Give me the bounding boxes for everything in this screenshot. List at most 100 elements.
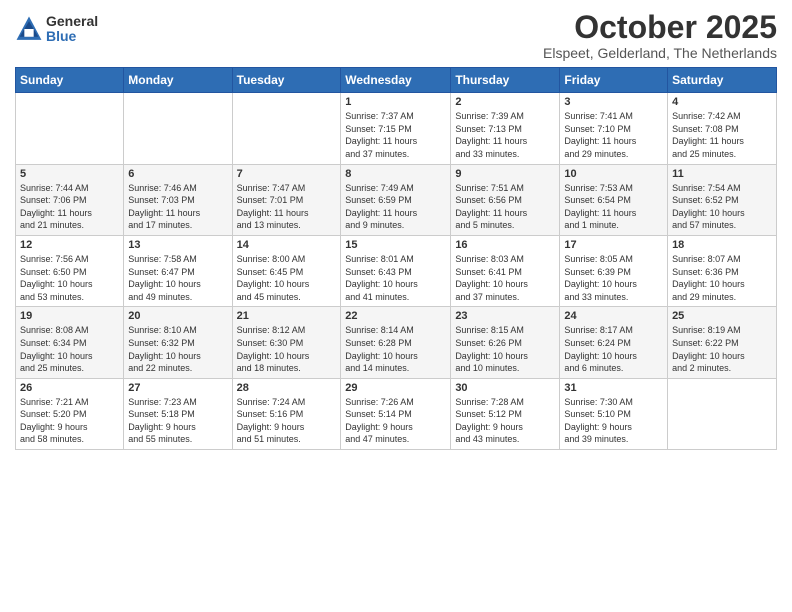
day-info: Sunrise: 7:44 AM Sunset: 7:06 PM Dayligh… <box>20 182 119 232</box>
calendar-cell: 30Sunrise: 7:28 AM Sunset: 5:12 PM Dayli… <box>451 378 560 449</box>
day-info: Sunrise: 7:30 AM Sunset: 5:10 PM Dayligh… <box>564 396 663 446</box>
day-info: Sunrise: 8:12 AM Sunset: 6:30 PM Dayligh… <box>237 324 337 374</box>
calendar-cell: 28Sunrise: 7:24 AM Sunset: 5:16 PM Dayli… <box>232 378 341 449</box>
header-thursday: Thursday <box>451 68 560 93</box>
day-number: 23 <box>455 310 555 322</box>
day-info: Sunrise: 8:15 AM Sunset: 6:26 PM Dayligh… <box>455 324 555 374</box>
day-info: Sunrise: 8:17 AM Sunset: 6:24 PM Dayligh… <box>564 324 663 374</box>
day-info: Sunrise: 7:21 AM Sunset: 5:20 PM Dayligh… <box>20 396 119 446</box>
month-title: October 2025 <box>543 10 777 45</box>
subtitle: Elspeet, Gelderland, The Netherlands <box>543 45 777 61</box>
day-number: 1 <box>345 96 446 108</box>
calendar-week-1: 1 Sunrise: 7:37 AM Sunset: 7:15 PM Daylig… <box>16 93 777 164</box>
day-number: 29 <box>345 382 446 394</box>
logo-general-text: General <box>46 14 98 29</box>
calendar-cell <box>124 93 232 164</box>
day-info: Sunrise: 8:14 AM Sunset: 6:28 PM Dayligh… <box>345 324 446 374</box>
calendar-cell: 5Sunrise: 7:44 AM Sunset: 7:06 PM Daylig… <box>16 164 124 235</box>
calendar-cell: 31 Sunrise: 7:30 AM Sunset: 5:10 PM Dayli… <box>560 378 668 449</box>
day-info: Sunrise: 7:49 AM Sunset: 6:59 PM Dayligh… <box>345 182 446 232</box>
header-sunday: Sunday <box>16 68 124 93</box>
day-number: 7 <box>237 168 337 180</box>
day-number: 2 <box>455 96 555 108</box>
calendar-cell: 25Sunrise: 8:19 AM Sunset: 6:22 PM Dayli… <box>668 307 777 378</box>
day-info: Sunrise: 7:51 AM Sunset: 6:56 PM Dayligh… <box>455 182 555 232</box>
day-info: Sunrise: 7:47 AM Sunset: 7:01 PM Dayligh… <box>237 182 337 232</box>
calendar-cell: 8 Sunrise: 7:49 AM Sunset: 6:59 PM Daylig… <box>341 164 451 235</box>
day-info: Sunrise: 8:00 AM Sunset: 6:45 PM Dayligh… <box>237 253 337 303</box>
day-info: Sunrise: 7:46 AM Sunset: 7:03 PM Dayligh… <box>128 182 227 232</box>
day-number: 24 <box>564 310 663 322</box>
day-info: Sunrise: 7:39 AM Sunset: 7:13 PM Dayligh… <box>455 110 555 160</box>
day-info: Sunrise: 7:28 AM Sunset: 5:12 PM Dayligh… <box>455 396 555 446</box>
calendar-cell: 14Sunrise: 8:00 AM Sunset: 6:45 PM Dayli… <box>232 235 341 306</box>
day-number: 10 <box>564 168 663 180</box>
calendar-cell: 19 Sunrise: 8:08 AM Sunset: 6:34 PM Dayli… <box>16 307 124 378</box>
day-info: Sunrise: 7:42 AM Sunset: 7:08 PM Dayligh… <box>672 110 772 160</box>
day-info: Sunrise: 7:37 AM Sunset: 7:15 PM Dayligh… <box>345 110 446 160</box>
calendar-cell: 23 Sunrise: 8:15 AM Sunset: 6:26 PM Dayli… <box>451 307 560 378</box>
calendar-header: Sunday Monday Tuesday Wednesday Thursday… <box>16 68 777 93</box>
calendar-body: 1 Sunrise: 7:37 AM Sunset: 7:15 PM Daylig… <box>16 93 777 450</box>
day-number: 27 <box>128 382 227 394</box>
day-info: Sunrise: 7:54 AM Sunset: 6:52 PM Dayligh… <box>672 182 772 232</box>
day-info: Sunrise: 7:41 AM Sunset: 7:10 PM Dayligh… <box>564 110 663 160</box>
day-number: 8 <box>345 168 446 180</box>
header-saturday: Saturday <box>668 68 777 93</box>
calendar-cell: 12 Sunrise: 7:56 AM Sunset: 6:50 PM Dayli… <box>16 235 124 306</box>
day-info: Sunrise: 8:19 AM Sunset: 6:22 PM Dayligh… <box>672 324 772 374</box>
day-info: Sunrise: 7:56 AM Sunset: 6:50 PM Dayligh… <box>20 253 119 303</box>
header-monday: Monday <box>124 68 232 93</box>
day-number: 9 <box>455 168 555 180</box>
calendar-cell <box>16 93 124 164</box>
day-number: 31 <box>564 382 663 394</box>
calendar-cell: 18 Sunrise: 8:07 AM Sunset: 6:36 PM Dayli… <box>668 235 777 306</box>
day-number: 21 <box>237 310 337 322</box>
calendar-cell: 7 Sunrise: 7:47 AM Sunset: 7:01 PM Daylig… <box>232 164 341 235</box>
calendar-cell: 3Sunrise: 7:41 AM Sunset: 7:10 PM Daylig… <box>560 93 668 164</box>
day-info: Sunrise: 8:03 AM Sunset: 6:41 PM Dayligh… <box>455 253 555 303</box>
logo-text: General Blue <box>46 14 98 45</box>
calendar-week-4: 19 Sunrise: 8:08 AM Sunset: 6:34 PM Dayli… <box>16 307 777 378</box>
calendar-cell: 22 Sunrise: 8:14 AM Sunset: 6:28 PM Dayli… <box>341 307 451 378</box>
title-block: October 2025 Elspeet, Gelderland, The Ne… <box>543 10 777 61</box>
calendar-cell: 9 Sunrise: 7:51 AM Sunset: 6:56 PM Daylig… <box>451 164 560 235</box>
day-number: 22 <box>345 310 446 322</box>
calendar-cell: 17 Sunrise: 8:05 AM Sunset: 6:39 PM Dayli… <box>560 235 668 306</box>
day-number: 4 <box>672 96 772 108</box>
logo: General Blue <box>15 14 98 45</box>
calendar-cell: 13Sunrise: 7:58 AM Sunset: 6:47 PM Dayli… <box>124 235 232 306</box>
calendar-cell: 29 Sunrise: 7:26 AM Sunset: 5:14 PM Dayli… <box>341 378 451 449</box>
day-info: Sunrise: 7:26 AM Sunset: 5:14 PM Dayligh… <box>345 396 446 446</box>
calendar-cell: 24 Sunrise: 8:17 AM Sunset: 6:24 PM Dayli… <box>560 307 668 378</box>
weekday-header-row: Sunday Monday Tuesday Wednesday Thursday… <box>16 68 777 93</box>
day-info: Sunrise: 8:05 AM Sunset: 6:39 PM Dayligh… <box>564 253 663 303</box>
page: General Blue October 2025 Elspeet, Gelde… <box>0 0 792 612</box>
day-number: 18 <box>672 239 772 251</box>
day-number: 19 <box>20 310 119 322</box>
calendar-cell: 27Sunrise: 7:23 AM Sunset: 5:18 PM Dayli… <box>124 378 232 449</box>
day-number: 17 <box>564 239 663 251</box>
calendar-cell: 20Sunrise: 8:10 AM Sunset: 6:32 PM Dayli… <box>124 307 232 378</box>
day-number: 16 <box>455 239 555 251</box>
header-tuesday: Tuesday <box>232 68 341 93</box>
calendar: Sunday Monday Tuesday Wednesday Thursday… <box>15 67 777 450</box>
logo-blue-text: Blue <box>46 29 98 44</box>
calendar-cell <box>668 378 777 449</box>
day-info: Sunrise: 8:07 AM Sunset: 6:36 PM Dayligh… <box>672 253 772 303</box>
calendar-cell: 16 Sunrise: 8:03 AM Sunset: 6:41 PM Dayli… <box>451 235 560 306</box>
day-number: 12 <box>20 239 119 251</box>
day-number: 26 <box>20 382 119 394</box>
day-info: Sunrise: 8:01 AM Sunset: 6:43 PM Dayligh… <box>345 253 446 303</box>
calendar-cell: 21 Sunrise: 8:12 AM Sunset: 6:30 PM Dayli… <box>232 307 341 378</box>
day-number: 15 <box>345 239 446 251</box>
day-info: Sunrise: 8:10 AM Sunset: 6:32 PM Dayligh… <box>128 324 227 374</box>
day-info: Sunrise: 7:53 AM Sunset: 6:54 PM Dayligh… <box>564 182 663 232</box>
day-number: 11 <box>672 168 772 180</box>
header-wednesday: Wednesday <box>341 68 451 93</box>
header-friday: Friday <box>560 68 668 93</box>
day-number: 28 <box>237 382 337 394</box>
day-number: 13 <box>128 239 227 251</box>
day-info: Sunrise: 8:08 AM Sunset: 6:34 PM Dayligh… <box>20 324 119 374</box>
calendar-cell: 26 Sunrise: 7:21 AM Sunset: 5:20 PM Dayli… <box>16 378 124 449</box>
